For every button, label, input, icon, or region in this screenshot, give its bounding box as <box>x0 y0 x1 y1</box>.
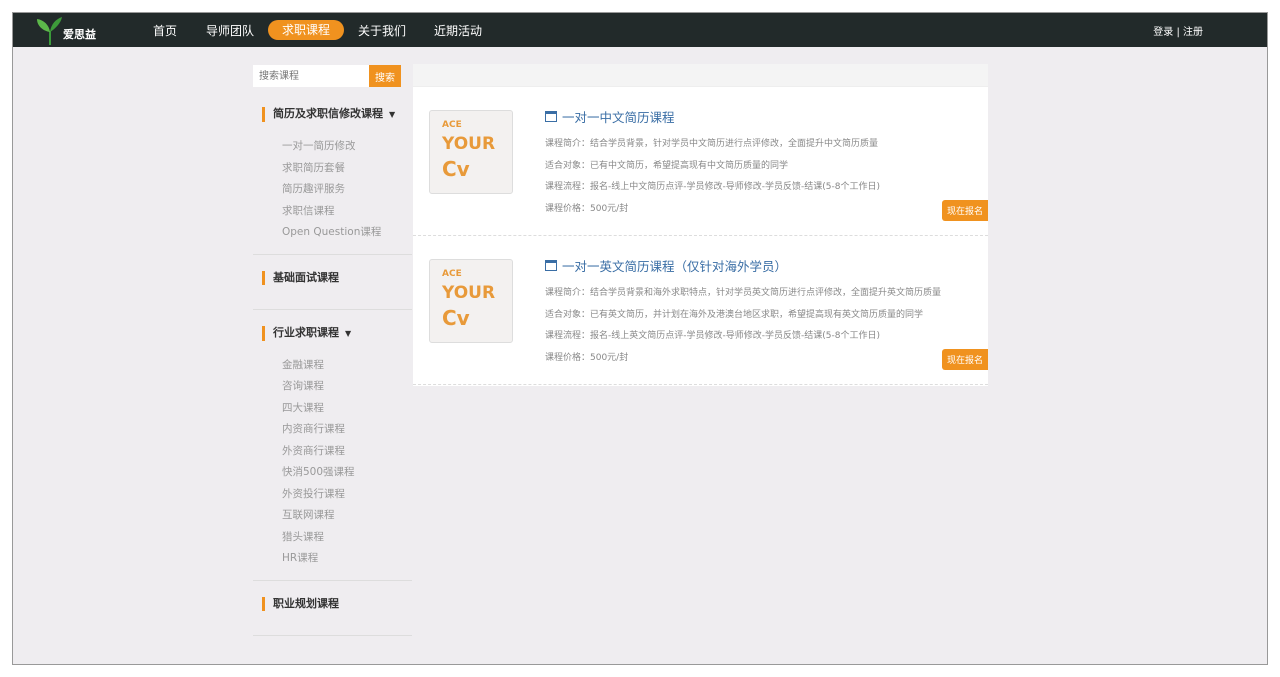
sidebar-section: 行业求职课程 ▼ 金融课程 咨询课程 四大课程 内资商行课程 外资商行课程 快消500强课程外… <box>253 310 412 581</box>
course-detail: 适合对象：已有英文简历，并计划在海外及港澳台地区求职，希望提高现有英文简历质量的… <box>545 309 924 320</box>
course-detail: 课程价格：500元/封 <box>545 203 629 214</box>
sidebar-item[interactable]: HR课程 <box>282 548 412 570</box>
section-label: 职业规划课程 <box>273 596 339 610</box>
course-title-text: 一对一英文简历课程（仅针对海外学员） <box>562 259 788 274</box>
sidebar-item[interactable]: 金融课程 <box>282 355 412 377</box>
course-title[interactable]: 一对一中文简历课程 <box>545 107 880 126</box>
caret-down-icon: ▼ <box>345 328 352 338</box>
sidebar-section-title[interactable]: 行业求职课程 ▼ <box>262 325 412 341</box>
caret-down-icon: ▼ <box>389 110 396 119</box>
course-title-text: 一对一中文简历课程 <box>562 110 675 125</box>
sidebar-item[interactable]: 外资投行课程 <box>282 484 412 506</box>
nav-home[interactable]: 首页 <box>153 21 177 41</box>
login-register-link[interactable]: 登录 | 注册 <box>1153 23 1203 38</box>
nav-courses[interactable]: 求职课程 <box>268 20 345 40</box>
thumb-text: ACE <box>442 120 462 130</box>
sidebar-section: 职业规划课程 <box>253 581 412 636</box>
section-label: 简历及求职信修改课程 <box>273 107 383 120</box>
calendar-icon <box>545 260 557 271</box>
sidebar-item[interactable]: 求职简历套餐 <box>282 158 412 180</box>
sidebar-item[interactable]: 猎头课程 <box>282 527 412 549</box>
sidebar-item[interactable]: Open Question课程 <box>282 222 412 244</box>
sidebar-item[interactable]: 一对一简历修改 <box>282 136 412 158</box>
thumb-text: Cv <box>442 306 470 330</box>
course-detail: 课程简介：结合学员背景，针对学员中文简历进行点评修改，全面提升中文简历质量 <box>545 139 879 149</box>
sprout-logo-icon <box>37 17 62 45</box>
sidebar-item[interactable]: 外资商行课程 <box>282 441 412 463</box>
sidebar-section: 基础面试课程 <box>253 255 412 310</box>
nav-events[interactable]: 近期活动 <box>434 21 482 41</box>
search-button[interactable]: 搜索 <box>369 65 401 87</box>
sidebar-item[interactable]: 简历趣评服务 <box>282 179 412 201</box>
sidebar-section-title[interactable]: 简历及求职信修改课程 ▼ <box>262 107 412 122</box>
search-input[interactable] <box>253 65 369 87</box>
thumb-text: YOUR <box>442 134 496 154</box>
course-card: ACE YOUR Cv 一对一英文简历课程（仅针对海外学员） 课程简介：结合学员背景和… <box>413 236 988 385</box>
course-detail: 适合对象：已有中文简历，希望提高现有中文简历质量的同学 <box>545 160 789 171</box>
sidebar-section-title[interactable]: 职业规划课程 <box>262 596 412 611</box>
course-detail: 课程价格：500元/封 <box>545 352 629 363</box>
sidebar-item[interactable]: 咨询课程 <box>282 376 412 398</box>
logo-text: 爱思益 <box>63 28 96 41</box>
course-search: 搜索 <box>253 65 401 87</box>
top-nav: 爱思益 首页 导师团队 求职课程 关于我们 近期活动 登录 | 注册 <box>13 13 1267 47</box>
course-card: ACE YOUR Cv 一对一中文简历课程课程简介：结合学员背景，针对学员中文简历进… <box>413 87 988 236</box>
thumb-text: YOUR <box>442 283 496 303</box>
sidebar-item[interactable]: 快消500强课程 <box>282 462 412 484</box>
course-thumbnail[interactable]: ACE YOUR Cv <box>429 259 513 343</box>
sidebar-section-title[interactable]: 基础面试课程 <box>262 270 412 285</box>
sidebar: 简历及求职信修改课程 ▼ 一对一简历修改 求职简历套餐 简历趣评服务 求职信课程 Open … <box>253 91 412 636</box>
enroll-button[interactable]: 现在报名 <box>941 200 988 221</box>
enroll-button[interactable]: 现在报名 <box>941 349 988 370</box>
nav-about[interactable]: 关于我们 <box>358 21 406 41</box>
list-header <box>413 64 988 87</box>
course-list: ACE YOUR Cv 一对一中文简历课程课程简介：结合学员背景，针对学员中文简历进… <box>413 64 988 386</box>
section-label: 行业求职课程 <box>273 325 339 339</box>
sidebar-section: 简历及求职信修改课程 ▼ 一对一简历修改 求职简历套餐 简历趣评服务 求职信课程 Open … <box>253 91 412 255</box>
section-label: 基础面试课程 <box>273 270 339 284</box>
course-thumbnail[interactable]: ACE YOUR Cv <box>429 110 513 194</box>
calendar-icon <box>545 111 557 122</box>
course-title[interactable]: 一对一英文简历课程（仅针对海外学员） <box>545 256 941 275</box>
logo[interactable]: 爱思益 <box>35 15 96 45</box>
course-detail: 课程流程：报名-线上英文简历点评-学员修改-导师修改-学员反馈-结课(5-8个工… <box>545 331 880 341</box>
course-detail: 课程简介：结合学员背景和海外求职特点，针对学员英文简历进行点评修改，全面提升英文… <box>545 288 942 298</box>
course-detail: 课程流程：报名-线上中文简历点评-学员修改-导师修改-学员反馈-结课(5-8个工… <box>545 182 880 192</box>
nav-mentors[interactable]: 导师团队 <box>206 21 254 41</box>
sidebar-item[interactable]: 求职信课程 <box>282 201 412 223</box>
page-frame: 爱思益 首页 导师团队 求职课程 关于我们 近期活动 登录 | 注册 搜索 简历… <box>12 12 1268 665</box>
sidebar-item[interactable]: 四大课程 <box>282 398 412 420</box>
sidebar-item[interactable]: 内资商行课程 <box>282 419 412 441</box>
thumb-text: ACE <box>442 269 462 279</box>
thumb-text: Cv <box>442 157 470 181</box>
sidebar-item[interactable]: 互联网课程 <box>282 505 412 527</box>
